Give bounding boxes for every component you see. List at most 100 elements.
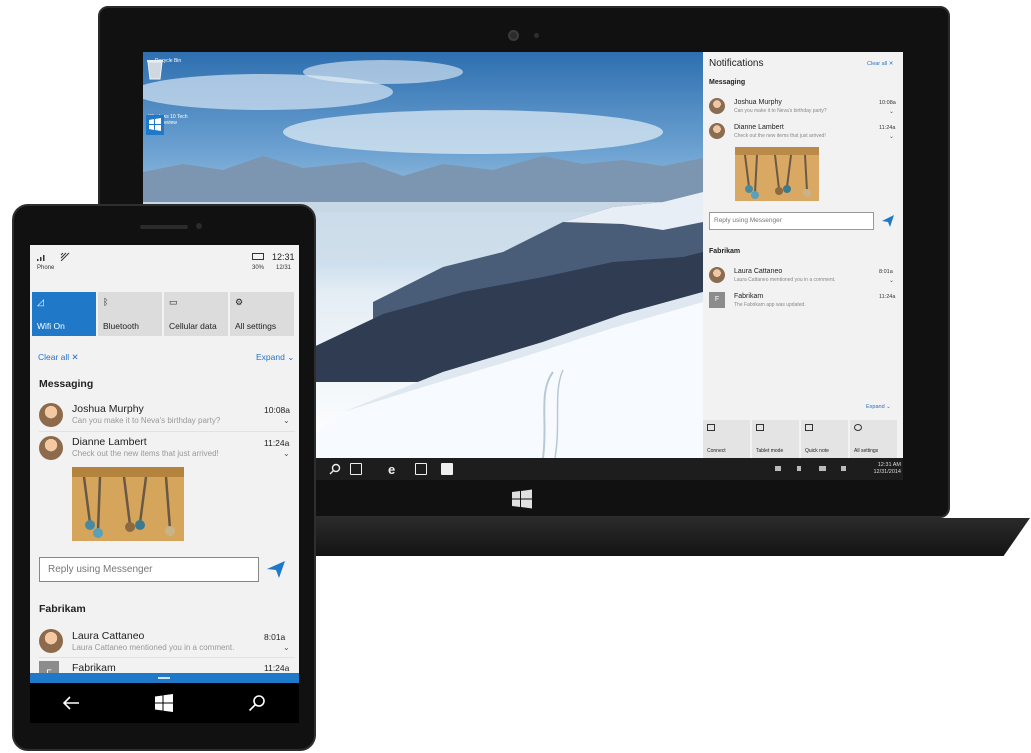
wifi-icon — [60, 252, 70, 261]
message-preview: Check out the new items that just arrive… — [734, 133, 826, 139]
quick-action-quick-note[interactable]: Quick note — [801, 420, 848, 458]
recycle-bin-icon — [147, 60, 163, 80]
quick-action-label: Wifi On — [37, 321, 65, 331]
message-preview: Laura Cattaneo mentioned you in a commen… — [72, 643, 235, 652]
section-title: Fabrikam — [39, 603, 86, 615]
navigation-bar — [30, 683, 299, 723]
task-view-icon[interactable] — [350, 463, 362, 475]
quick-action-label: Quick note — [805, 448, 829, 454]
desktop-icon-windows-preview[interactable]: Windows 10 Tech Preview — [145, 114, 191, 135]
send-icon[interactable] — [881, 214, 895, 228]
clock-date: 12/31/2014 — [873, 469, 901, 475]
message-preview: Laura Cattaneo mentioned you in a commen… — [734, 277, 836, 283]
quick-action-cellular-data[interactable]: ▭ Cellular data — [164, 292, 228, 336]
attached-photo[interactable] — [72, 467, 184, 541]
chevron-down-icon[interactable]: ⌄ — [889, 133, 894, 140]
section-title: Messaging — [39, 378, 94, 390]
quick-action-bluetooth[interactable]: ᛒ Bluetooth — [98, 292, 162, 336]
app-icon: F — [709, 292, 725, 308]
timestamp: 10:08a — [264, 405, 290, 415]
windows-logo-icon — [512, 489, 532, 509]
timestamp: 10:08a — [879, 100, 896, 106]
quick-action-label: Connect — [707, 448, 726, 454]
quick-action-all-settings[interactable]: All settings — [850, 420, 897, 458]
divider — [39, 657, 295, 658]
expand-link[interactable]: Expand ⌄ — [256, 352, 294, 363]
bluetooth-icon: ᛒ — [103, 297, 109, 307]
search-icon[interactable] — [329, 463, 341, 475]
notifications-icon[interactable] — [841, 466, 846, 471]
timestamp: 11:24a — [264, 663, 290, 673]
chevron-down-icon[interactable]: ⌄ — [283, 416, 290, 425]
timestamp: 8:01a — [264, 632, 286, 642]
chevron-down-icon[interactable]: ⌄ — [283, 449, 290, 458]
quick-action-all-settings[interactable]: ⚙ All settings — [230, 292, 294, 336]
action-center-panel: Notifications Clear all ✕ Messaging Josh… — [703, 52, 903, 458]
network-icon[interactable] — [775, 466, 781, 471]
cellular-data-icon: ▭ — [169, 297, 178, 307]
drag-handle-mark — [158, 677, 170, 679]
avatar — [709, 267, 725, 283]
clock-time: 12:31 — [272, 252, 295, 262]
quick-action-connect[interactable]: Connect — [703, 420, 750, 458]
store-icon[interactable] — [441, 463, 453, 475]
phone-camera — [196, 223, 202, 229]
desktop-icon-recycle-bin[interactable]: Recycle Bin — [145, 58, 191, 80]
quick-action-label: Tablet mode — [756, 448, 784, 454]
chevron-down-icon[interactable]: ⌄ — [283, 643, 290, 652]
avatar — [39, 629, 63, 653]
message-preview: Can you make it to Neva's birthday party… — [72, 416, 221, 425]
message-preview: The Fabrikam app was updated. — [734, 302, 806, 308]
gear-icon: ⚙ — [235, 297, 244, 307]
battery-icon — [252, 253, 264, 260]
expand-link[interactable]: Expand ⌄ — [866, 404, 891, 410]
signal-icon — [37, 255, 45, 261]
quick-action-wifi[interactable]: ◿ Wifi On — [32, 292, 96, 336]
phone-screen: Phone 12:31 30% 12/31 ◿ Wifi On ᛒ Blueto… — [30, 245, 299, 723]
volume-icon[interactable] — [797, 466, 801, 471]
sender-name: Joshua Murphy — [734, 99, 782, 106]
laptop-camera — [508, 30, 519, 41]
sender-name: Dianne Lambert — [734, 124, 784, 131]
message-preview: Check out the new items that just arrive… — [72, 449, 219, 458]
clear-all-link[interactable]: Clear all ✕ — [867, 61, 893, 67]
svg-text:e: e — [388, 462, 395, 476]
section-title: Messaging — [709, 79, 746, 86]
windows-logo-icon — [146, 115, 164, 135]
battery-icon[interactable] — [819, 466, 826, 471]
avatar — [39, 436, 63, 460]
quick-action-tablet-mode[interactable]: Tablet mode — [752, 420, 799, 458]
sender-name: Laura Cattaneo — [734, 268, 783, 275]
chevron-down-icon[interactable]: ⌄ — [889, 277, 894, 284]
sender-name: Laura Cattaneo — [72, 630, 145, 642]
clock-date: 12/31 — [276, 265, 292, 271]
sender-name: Dianne Lambert — [72, 436, 147, 448]
chevron-down-icon[interactable]: ⌄ — [889, 108, 894, 115]
timestamp: 11:24a — [264, 438, 290, 448]
send-icon[interactable] — [266, 559, 286, 579]
panel-title: Notifications — [709, 58, 764, 69]
sender-name: Joshua Murphy — [72, 403, 144, 415]
quick-action-label: All settings — [235, 321, 277, 331]
file-explorer-icon[interactable] — [415, 463, 427, 475]
reply-input[interactable]: Reply using Messenger — [709, 212, 874, 230]
section-title: Fabrikam — [709, 248, 741, 255]
status-bar: Phone 12:31 30% 12/31 — [30, 245, 299, 289]
system-clock[interactable]: 12:31 AM 12/31/2014 — [861, 462, 901, 476]
carrier-label: Phone — [37, 265, 55, 271]
gear-icon — [854, 424, 862, 431]
back-arrow-icon[interactable] — [62, 695, 80, 711]
clock-time: 12:31 AM — [877, 462, 901, 468]
tablet-mode-icon — [756, 424, 764, 431]
browser-icon[interactable]: e — [387, 462, 401, 476]
divider — [39, 431, 295, 432]
reply-input[interactable]: Reply using Messenger — [39, 557, 259, 582]
laptop-camera-sensor — [534, 33, 539, 38]
clear-all-link[interactable]: Clear all ✕ — [38, 352, 79, 363]
attached-photo[interactable] — [735, 147, 819, 201]
windows-start-icon[interactable] — [155, 694, 173, 712]
message-preview: Can you make it to Neva's birthday party… — [734, 108, 827, 114]
search-icon[interactable] — [248, 694, 266, 712]
quick-action-label: All settings — [854, 448, 879, 454]
timestamp: 8:01a — [879, 269, 893, 275]
